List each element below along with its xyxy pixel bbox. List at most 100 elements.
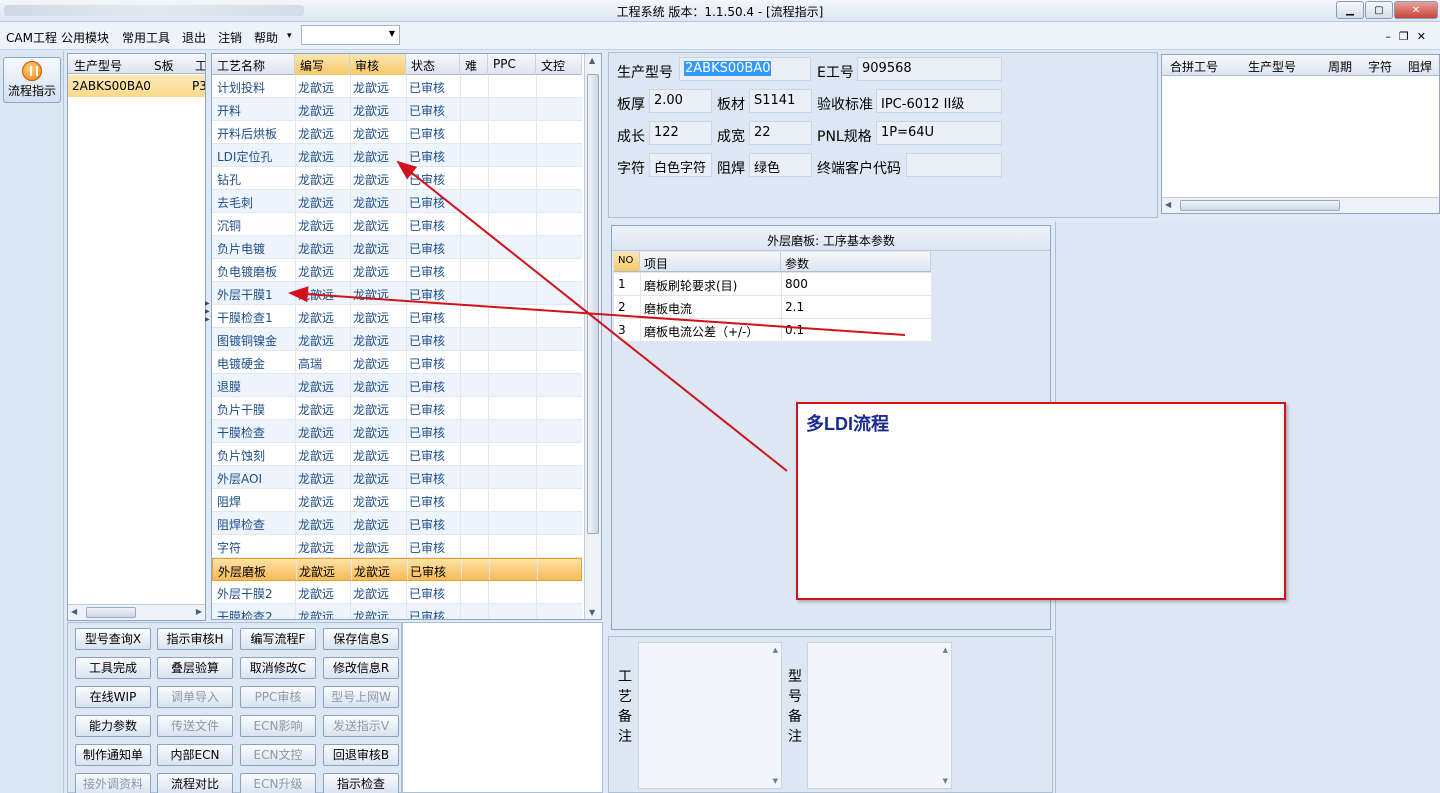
table-row[interactable]: 开料后烘板 龙歆远 龙歆远 已审核 xyxy=(212,121,582,144)
action-button-16[interactable]: 发送指示V xyxy=(323,715,399,737)
scroll-left-icon[interactable]: ◀ xyxy=(1165,200,1171,209)
action-button-15[interactable]: ECN影响 xyxy=(240,715,316,737)
col-reviewer[interactable]: 审核 xyxy=(350,54,406,75)
table-row[interactable]: 负片干膜 龙歆远 龙歆远 已审核 xyxy=(212,397,582,420)
col-merge-no[interactable]: 合拼工号 xyxy=(1170,58,1218,75)
scroll-thumb[interactable] xyxy=(587,74,599,534)
maximize-button[interactable]: ▢ xyxy=(1365,1,1393,19)
menu-cam[interactable]: CAM工程 xyxy=(6,29,57,46)
length-field[interactable]: 122 xyxy=(649,121,712,145)
scroll-down-icon[interactable]: ▼ xyxy=(589,608,595,617)
splitter-handle[interactable]: ▶ ▶ ▶ xyxy=(205,300,210,340)
menu-common-module[interactable]: 公用模块 xyxy=(61,29,109,46)
action-button-21[interactable]: 接外调资料 xyxy=(75,773,151,793)
col-no[interactable]: NO xyxy=(614,252,640,272)
mdi-close-icon[interactable]: ✕ xyxy=(1417,30,1434,43)
col-item[interactable]: 项目 xyxy=(640,252,781,272)
table-row[interactable]: 2 磨板电流 2.1 xyxy=(614,296,931,319)
customer-code-field[interactable] xyxy=(906,153,1002,177)
mdi-controls[interactable]: –❐✕ xyxy=(1385,30,1434,43)
standard-field[interactable]: IPC-6012 II级 xyxy=(876,89,1002,113)
action-button-22[interactable]: 流程对比 xyxy=(157,773,233,793)
table-row[interactable]: 图镀铜镍金 龙歆远 龙歆远 已审核 xyxy=(212,328,582,351)
scroll-up-icon[interactable]: ▲ xyxy=(943,646,948,654)
table-row[interactable]: 字符 龙歆远 龙歆远 已审核 xyxy=(212,535,582,558)
col-mask[interactable]: 阻焊 xyxy=(1408,58,1432,75)
table-row[interactable]: 干膜检查2 龙歆远 龙歆远 已审核 xyxy=(212,604,582,619)
scroll-up-icon[interactable]: ▲ xyxy=(589,56,595,65)
process-grid-vscroll[interactable]: ▲ ▼ xyxy=(584,54,601,619)
table-row[interactable]: 1 磨板刷轮要求(目) 800 xyxy=(614,273,931,296)
scroll-right-icon[interactable]: ▶ xyxy=(196,607,202,616)
col-writer[interactable]: 编写 xyxy=(295,54,350,75)
table-row[interactable]: 阻焊检查 龙歆远 龙歆远 已审核 xyxy=(212,512,582,535)
table-row[interactable]: 2ABKS00BA0 P3 xyxy=(68,75,205,97)
menu-exit[interactable]: 退出 xyxy=(182,29,206,46)
table-row[interactable]: 负片电镀 龙歆远 龙歆远 已审核 xyxy=(212,236,582,259)
thickness-field[interactable]: 2.00 xyxy=(649,89,712,113)
table-row[interactable]: 负片蚀刻 龙歆远 龙歆远 已审核 xyxy=(212,443,582,466)
col-period[interactable]: 周期 xyxy=(1328,58,1352,75)
action-button-7[interactable]: 取消修改C xyxy=(240,657,316,679)
scroll-down-icon[interactable]: ▼ xyxy=(773,777,778,785)
col-char[interactable]: 字符 xyxy=(1368,58,1392,75)
col-extra[interactable]: 工 xyxy=(195,57,205,74)
scroll-thumb[interactable] xyxy=(1180,200,1340,211)
action-button-13[interactable]: 能力参数 xyxy=(75,715,151,737)
scroll-up-icon[interactable]: ▲ xyxy=(773,646,778,654)
model-field[interactable]: 2ABKS00BA0 xyxy=(679,57,811,81)
action-button-11[interactable]: PPC审核 xyxy=(240,686,316,708)
action-button-18[interactable]: 内部ECN xyxy=(157,744,233,766)
table-row[interactable]: 去毛刺 龙歆远 龙歆远 已审核 xyxy=(212,190,582,213)
pnl-field[interactable]: 1P=64U xyxy=(876,121,1002,145)
table-row[interactable]: 电镀硬金 高瑞 龙歆远 已审核 xyxy=(212,351,582,374)
action-button-9[interactable]: 在线WIP xyxy=(75,686,151,708)
table-row[interactable]: 沉铜 龙歆远 龙歆远 已审核 xyxy=(212,213,582,236)
action-button-17[interactable]: 制作通知单 xyxy=(75,744,151,766)
action-button-1[interactable]: 型号查询X xyxy=(75,628,151,650)
mask-field[interactable]: 绿色 xyxy=(749,153,812,177)
table-row[interactable]: 干膜检查 龙歆远 龙歆远 已审核 xyxy=(212,420,582,443)
process-remark-memo[interactable]: ▲ ▼ xyxy=(638,642,782,789)
menu-help[interactable]: 帮助 xyxy=(254,29,278,46)
table-row[interactable]: 外层AOI 龙歆远 龙歆远 已审核 xyxy=(212,466,582,489)
col-doc-control[interactable]: 文控 xyxy=(536,54,582,75)
table-row[interactable]: 外层干膜2 龙歆远 龙歆远 已审核 xyxy=(212,581,582,604)
action-button-4[interactable]: 保存信息S xyxy=(323,628,399,650)
action-button-10[interactable]: 调单导入 xyxy=(157,686,233,708)
minimize-button[interactable]: ▁ xyxy=(1336,1,1364,19)
scroll-down-icon[interactable]: ▼ xyxy=(943,777,948,785)
close-button[interactable]: ✕ xyxy=(1394,1,1438,19)
scroll-left-icon[interactable]: ◀ xyxy=(71,607,77,616)
table-row[interactable]: 阻焊 龙歆远 龙歆远 已审核 xyxy=(212,489,582,512)
action-button-12[interactable]: 型号上网W xyxy=(323,686,399,708)
col-merge-model[interactable]: 生产型号 xyxy=(1248,58,1296,75)
action-button-3[interactable]: 编写流程F xyxy=(240,628,316,650)
action-button-23[interactable]: ECN升级 xyxy=(240,773,316,793)
merge-grid-hscroll[interactable]: ◀ xyxy=(1162,197,1439,213)
action-button-8[interactable]: 修改信息R xyxy=(323,657,399,679)
table-row[interactable]: 开料 龙歆远 龙歆远 已审核 xyxy=(212,98,582,121)
table-row[interactable]: 干膜检查1 龙歆远 龙歆远 已审核 xyxy=(212,305,582,328)
action-button-24[interactable]: 指示检查 xyxy=(323,773,399,793)
table-row[interactable]: 钻孔 龙歆远 龙歆远 已审核 xyxy=(212,167,582,190)
action-button-20[interactable]: 回退审核B xyxy=(323,744,399,766)
width-field[interactable]: 22 xyxy=(749,121,812,145)
action-button-2[interactable]: 指示审核H xyxy=(157,628,233,650)
menu-logout[interactable]: 注销 xyxy=(218,29,242,46)
table-row[interactable]: 退膜 龙歆远 龙歆远 已审核 xyxy=(212,374,582,397)
col-process-name[interactable]: 工艺名称 xyxy=(212,54,295,75)
restore-icon[interactable]: ❐ xyxy=(1399,30,1417,43)
e-no-field[interactable]: 909568 xyxy=(857,57,1002,81)
menu-tools[interactable]: 常用工具 xyxy=(122,29,170,46)
col-model[interactable]: 生产型号 xyxy=(74,57,122,74)
col-status[interactable]: 状态 xyxy=(406,54,460,75)
table-row[interactable]: 计划投料 龙歆远 龙歆远 已审核 xyxy=(212,75,582,98)
menu-combo[interactable]: ▼ xyxy=(301,25,400,45)
col-s-board[interactable]: S板 xyxy=(154,57,174,74)
table-row[interactable]: 外层磨板 龙歆远 龙歆远 已审核 xyxy=(212,558,582,581)
scroll-thumb[interactable] xyxy=(86,607,136,618)
product-grid-hscroll[interactable]: ◀ ▶ xyxy=(68,604,205,620)
action-button-14[interactable]: 传送文件 xyxy=(157,715,233,737)
action-button-6[interactable]: 叠层验算 xyxy=(157,657,233,679)
